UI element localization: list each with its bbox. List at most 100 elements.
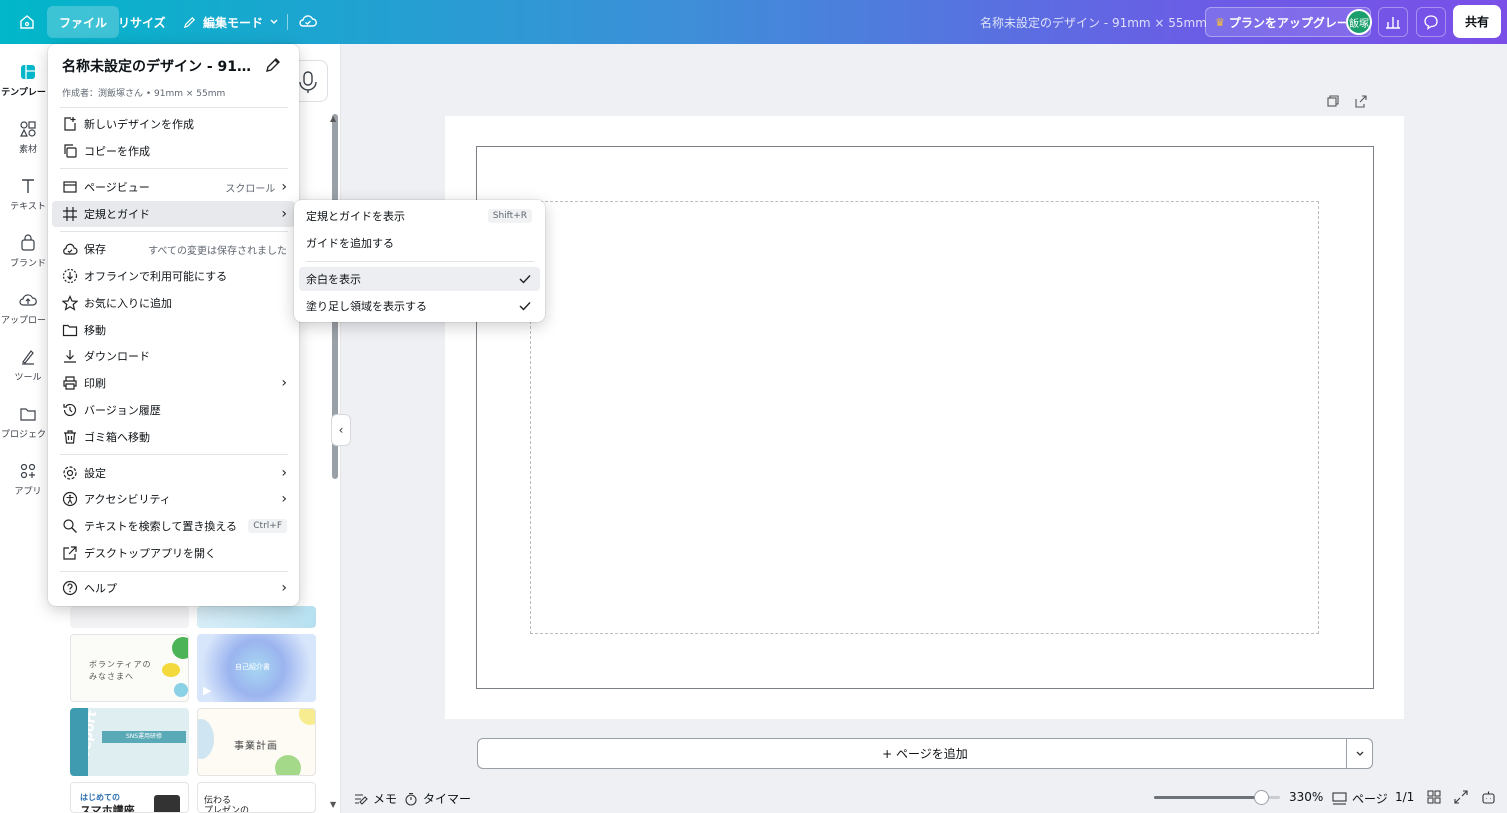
- upload-icon: [19, 294, 37, 306]
- menu-item-label: オフラインで利用可能にする: [84, 270, 228, 283]
- chevron-right-icon: ›: [281, 491, 287, 507]
- pages-button[interactable]: ページ: [1332, 790, 1388, 807]
- duplicate-page-icon[interactable]: [1325, 93, 1341, 109]
- zoom-level[interactable]: 330%: [1289, 790, 1323, 804]
- menu-divider: [60, 168, 288, 169]
- add-page-options-button[interactable]: [1346, 738, 1373, 769]
- divider: [287, 14, 288, 30]
- pencil-icon[interactable]: [264, 56, 282, 74]
- help-icon: [62, 580, 78, 596]
- rail-label: アプリ: [14, 487, 42, 497]
- notes-button[interactable]: メモ: [354, 790, 397, 807]
- menu-item-page-view[interactable]: ページビュー スクロール ›: [52, 174, 295, 200]
- chevron-right-icon: ›: [281, 179, 287, 195]
- menu-item-label: ゴミ箱へ移動: [84, 431, 150, 444]
- menu-item-desktop-app[interactable]: デスクトップアプリを開く: [52, 540, 295, 566]
- menu-item-accessibility[interactable]: アクセシビリティ ›: [52, 486, 295, 512]
- grid-view-button[interactable]: [1427, 790, 1441, 804]
- thumbnail-text: 事業計画: [234, 741, 278, 752]
- menu-item-new-design[interactable]: 新しいデザインを作成: [52, 111, 295, 137]
- menu-item-label: テキストを検索して置き換える: [84, 520, 238, 533]
- share-button[interactable]: 共有: [1453, 5, 1501, 38]
- menu-item-save[interactable]: 保存 すべての変更は保存されました: [52, 236, 295, 262]
- menu-item-print[interactable]: 印刷 ›: [52, 370, 295, 396]
- history-icon: [62, 402, 78, 418]
- template-thumbnail[interactable]: 事業計画: [197, 708, 316, 776]
- menu-design-title[interactable]: 名称未設定のデザイン - 91m...: [62, 56, 252, 76]
- save-status-button[interactable]: [298, 11, 318, 35]
- template-thumbnail[interactable]: はじめての スマホ講座: [70, 782, 189, 813]
- rail-label: プロジェクト: [0, 430, 55, 440]
- zoom-slider[interactable]: [1154, 790, 1280, 805]
- notes-label: メモ: [373, 792, 398, 806]
- rail-label: アップロード: [0, 316, 55, 326]
- template-thumbnail[interactable]: report SNS運用研修: [70, 708, 189, 776]
- menu-item-find-replace[interactable]: テキストを検索して置き換える Ctrl+F: [52, 513, 295, 539]
- submenu-item-add-guide[interactable]: ガイドを追加する: [299, 231, 540, 255]
- template-thumbnail[interactable]: 自己紹介書 ▶: [197, 634, 316, 702]
- top-bar: ファイル リサイズ 編集モード 名称未設定のデザイン - 91mm × 55mm…: [0, 0, 1507, 44]
- submenu-item-label: 余白を表示: [306, 273, 361, 286]
- menu-item-favorite[interactable]: お気に入りに追加: [52, 290, 295, 316]
- timer-button[interactable]: タイマー: [404, 790, 471, 807]
- menu-item-version-history[interactable]: バージョン履歴: [52, 397, 295, 423]
- decor-shape: [162, 663, 180, 677]
- submenu-item-show-rulers[interactable]: 定規とガイドを表示 Shift+R: [299, 204, 540, 228]
- chevron-right-icon: ›: [281, 580, 287, 596]
- menu-item-help[interactable]: ヘルプ ›: [52, 575, 295, 601]
- timer-icon: [405, 792, 417, 806]
- search-icon: [62, 518, 78, 534]
- menu-divider: [60, 231, 288, 232]
- home-button[interactable]: [14, 10, 40, 34]
- text-icon: [22, 179, 34, 193]
- template-thumbnail[interactable]: [70, 606, 189, 628]
- rail-label: テンプレート: [1, 88, 55, 98]
- thumbnail-text: 自己紹介書: [235, 663, 270, 671]
- menu-item-label: 移動: [84, 324, 106, 337]
- brand-icon: [21, 234, 35, 251]
- cloud-check-icon: [62, 241, 78, 257]
- shortcut-badge: Ctrl+F: [248, 519, 287, 533]
- document-title[interactable]: 名称未設定のデザイン - 91mm × 55mm: [980, 14, 1207, 31]
- submenu-item-show-bleed[interactable]: 塗り足し領域を表示する: [299, 294, 540, 318]
- template-thumbnail[interactable]: 伝わる プレゼンの: [197, 782, 316, 813]
- zoom-slider-handle[interactable]: [1254, 790, 1270, 805]
- insights-button[interactable]: [1378, 7, 1408, 37]
- edit-mode-button[interactable]: 編集モード: [170, 6, 291, 38]
- menu-item-download[interactable]: ダウンロード: [52, 343, 295, 369]
- template-thumbnail[interactable]: ボランティアの みなさまへ: [70, 634, 189, 702]
- template-thumbnail[interactable]: [197, 606, 316, 628]
- page-count: 1/1: [1395, 790, 1415, 804]
- menu-item-settings[interactable]: 設定 ›: [52, 460, 295, 486]
- print-icon: [62, 375, 78, 391]
- fullscreen-button[interactable]: [1454, 790, 1468, 804]
- collapse-panel-button[interactable]: ‹: [331, 414, 351, 446]
- comments-button[interactable]: [1416, 7, 1446, 37]
- decor-shape: [172, 637, 188, 659]
- submenu-item-show-margins[interactable]: 余白を表示: [299, 267, 540, 291]
- menu-item-rulers-guides[interactable]: 定規とガイド ›: [52, 201, 295, 227]
- notes-icon: [355, 793, 368, 805]
- add-page-button[interactable]: + ページを追加: [477, 738, 1373, 769]
- home-icon: [20, 15, 34, 29]
- tools-icon: [22, 350, 34, 365]
- add-page-icon[interactable]: [1353, 93, 1369, 109]
- crown-icon: ♛: [1215, 15, 1225, 29]
- resize-button[interactable]: リサイズ: [106, 6, 178, 38]
- assistant-button[interactable]: [1481, 790, 1496, 805]
- menu-item-label: 設定: [84, 467, 106, 480]
- submenu-item-label: 定規とガイドを表示: [306, 210, 405, 223]
- scroll-up-arrow[interactable]: ▲: [330, 114, 336, 123]
- menu-item-move[interactable]: 移動: [52, 317, 295, 343]
- rail-label: テキスト: [10, 202, 46, 212]
- grid-icon: [62, 206, 78, 222]
- menu-item-offline[interactable]: オフラインで利用可能にする: [52, 263, 295, 289]
- external-link-icon: [62, 545, 78, 561]
- avatar[interactable]: 飯塚: [1346, 9, 1372, 35]
- chevron-left-icon: ‹: [338, 423, 344, 437]
- edit-mode-label: 編集モード: [203, 15, 264, 30]
- thumbnail-text: SNS運用研修: [102, 731, 186, 743]
- menu-item-make-copy[interactable]: コピーを作成: [52, 138, 295, 164]
- menu-item-trash[interactable]: ゴミ箱へ移動: [52, 424, 295, 450]
- scroll-down-arrow[interactable]: ▼: [330, 800, 336, 809]
